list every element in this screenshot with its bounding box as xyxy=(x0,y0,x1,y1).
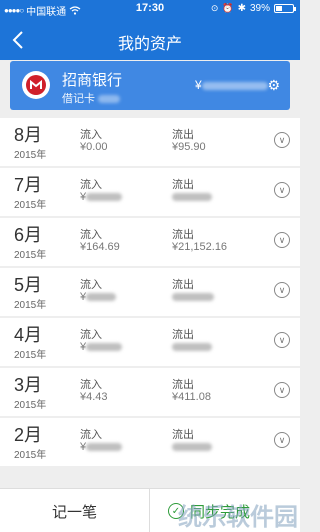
month-row[interactable]: 5月 2015年 流入 流出 ¥ ∨ xyxy=(0,268,300,316)
card-number-blurred xyxy=(98,95,121,104)
month-year: 2015年 xyxy=(14,450,47,461)
outflow-value xyxy=(172,191,212,203)
inflow-value: ¥ xyxy=(80,341,123,353)
outflow-value xyxy=(172,291,214,303)
month-row[interactable]: 8月 2015年 流入 流出 ¥0.00 ¥95.90 ∨ xyxy=(0,118,300,166)
chevron-down-icon[interactable]: ∨ xyxy=(274,382,290,398)
outflow-label: 流出 xyxy=(172,129,194,141)
outflow-blurred xyxy=(172,193,212,202)
inflow-label: 流入 xyxy=(80,379,102,391)
month-year: 2015年 xyxy=(14,150,47,161)
outflow-label: 流出 xyxy=(172,429,194,441)
outflow-amount: ¥411.08 xyxy=(172,391,211,403)
inflow-blurred xyxy=(86,443,123,452)
month-year: 2015年 xyxy=(14,300,47,311)
card-balance: ¥ xyxy=(195,78,268,92)
month-year: 2015年 xyxy=(14,250,47,261)
outflow-label: 流出 xyxy=(172,229,194,241)
inflow-amount: ¥164.69 xyxy=(80,241,120,253)
record-button[interactable]: 记一笔 xyxy=(0,489,150,532)
inflow-value: ¥ xyxy=(80,191,123,203)
inflow-value: ¥ xyxy=(80,291,117,303)
outflow-blurred xyxy=(172,293,214,302)
month-year: 2015年 xyxy=(14,400,47,411)
inflow-amount: ¥0.00 xyxy=(80,141,108,153)
outflow-blurred xyxy=(172,443,212,452)
month-list: 8月 2015年 流入 流出 ¥0.00 ¥95.90 ∨ 7月 2015年 流入 流出 ¥ ∨ 6月 20… xyxy=(0,118,300,468)
bank-card[interactable]: 招商银行 借记卡 ¥ ⚙ xyxy=(10,61,290,110)
outflow-label: 流出 xyxy=(172,279,194,291)
inflow-label: 流入 xyxy=(80,179,102,191)
inflow-value: ¥0.00 xyxy=(80,141,108,153)
inflow-blurred xyxy=(86,343,123,352)
chevron-down-icon[interactable]: ∨ xyxy=(274,332,290,348)
outflow-value: ¥21,152.16 xyxy=(172,241,227,253)
inflow-label: 流入 xyxy=(80,129,102,141)
bank-name: 招商银行 xyxy=(62,72,123,89)
outflow-label: 流出 xyxy=(172,329,194,341)
month-row[interactable]: 7月 2015年 流入 流出 ¥ ∨ xyxy=(0,168,300,216)
page-title: 我的资产 xyxy=(117,36,182,53)
outflow-amount: ¥95.90 xyxy=(172,141,206,153)
inflow-value: ¥ xyxy=(80,441,123,453)
watermark: 统乐软件园 xyxy=(178,504,298,531)
chevron-down-icon[interactable]: ∨ xyxy=(274,132,290,148)
month-row[interactable]: 6月 2015年 流入 流出 ¥164.69 ¥21,152.16 ∨ xyxy=(0,218,300,266)
outflow-label: 流出 xyxy=(172,179,194,191)
battery-fill xyxy=(276,6,283,11)
month-label: 8月 xyxy=(14,125,43,145)
chevron-down-icon[interactable]: ∨ xyxy=(274,182,290,198)
status-bar: ●●●●○ 中国联通 17:30 ⊙ ⏰ ✱ 39% xyxy=(0,0,300,18)
outflow-value xyxy=(172,341,212,353)
inflow-blurred xyxy=(86,293,117,302)
month-label: 7月 xyxy=(14,175,43,195)
inflow-value: ¥4.43 xyxy=(80,391,108,403)
inflow-label: 流入 xyxy=(80,329,102,341)
outflow-label: 流出 xyxy=(172,379,194,391)
inflow-blurred xyxy=(86,193,123,202)
month-label: 6月 xyxy=(14,225,43,245)
inflow-label: 流入 xyxy=(80,279,102,291)
alarm-icon: ⏰ xyxy=(222,3,234,13)
outflow-amount: ¥21,152.16 xyxy=(172,241,228,253)
inflow-amount: ¥4.43 xyxy=(80,391,108,403)
gear-icon[interactable]: ⚙ xyxy=(267,77,280,94)
month-label: 4月 xyxy=(14,325,43,345)
cmb-logo-icon xyxy=(22,71,50,99)
nav-bar: 我的资产 xyxy=(0,20,300,60)
location-icon: ⊙ xyxy=(210,3,219,13)
outflow-value xyxy=(172,441,212,453)
chevron-down-icon[interactable]: ∨ xyxy=(274,282,290,298)
outflow-blurred xyxy=(172,343,212,352)
month-row[interactable]: 2月 2015年 流入 流出 ¥ ∨ xyxy=(0,418,300,466)
inflow-label: 流入 xyxy=(80,429,102,441)
bluetooth-icon: ✱ xyxy=(237,3,246,14)
inflow-value: ¥164.69 xyxy=(80,241,120,253)
month-label: 3月 xyxy=(14,375,43,395)
battery-percent: 39% xyxy=(249,3,270,14)
month-year: 2015年 xyxy=(14,200,47,211)
balance-blurred xyxy=(201,81,268,90)
chevron-down-icon[interactable]: ∨ xyxy=(274,232,290,248)
card-type-label: 借记卡 xyxy=(62,93,95,105)
inflow-label: 流入 xyxy=(80,229,102,241)
battery-icon xyxy=(274,4,296,13)
app-header: ●●●●○ 中国联通 17:30 ⊙ ⏰ ✱ 39% 我的资产 xyxy=(0,0,300,60)
balance-prefix: ¥ xyxy=(195,78,202,92)
month-label: 2月 xyxy=(14,425,43,445)
outflow-value: ¥411.08 xyxy=(172,391,211,403)
month-row[interactable]: 4月 2015年 流入 流出 ¥ ∨ xyxy=(0,318,300,366)
card-type: 借记卡 xyxy=(62,90,121,106)
month-row[interactable]: 3月 2015年 流入 流出 ¥4.43 ¥411.08 ∨ xyxy=(0,368,300,416)
chevron-down-icon[interactable]: ∨ xyxy=(274,432,290,448)
month-label: 5月 xyxy=(14,275,43,295)
month-year: 2015年 xyxy=(14,350,47,361)
outflow-value: ¥95.90 xyxy=(172,141,206,153)
